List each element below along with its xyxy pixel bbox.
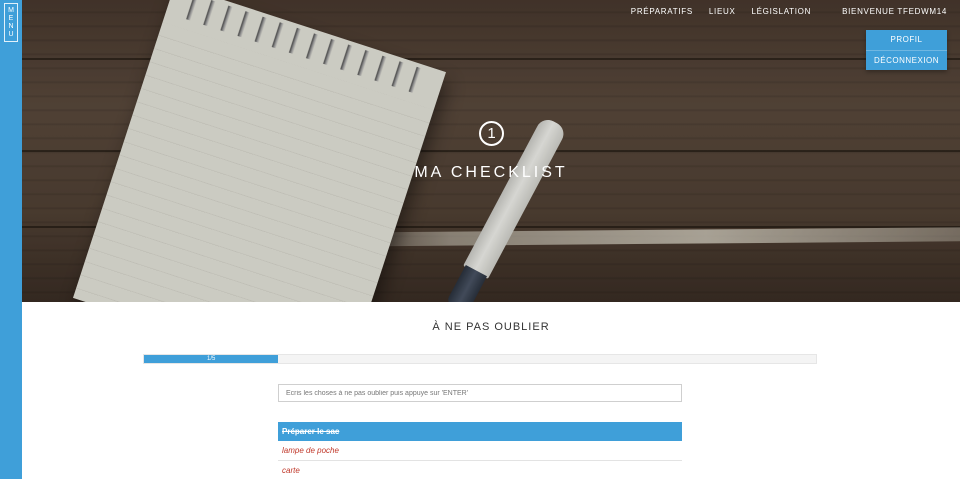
page-title: MA CHECKLIST [414,164,568,181]
checklist-item[interactable]: lampe de poche [278,441,682,461]
step-number-badge: 1 [479,121,504,146]
top-nav: PRÉPARATIFS LIEUX LÉGISLATION BIENVENUE … [615,7,947,16]
progress-bar-fill: 1/5 [144,355,279,363]
hero-overlay [22,0,960,302]
section-title: À NE PAS OUBLIER [432,321,550,333]
side-menu-rail: MENU [0,0,22,479]
checklist-page: MENU 1 MA CHECKLIST PRÉPARATIFS LIEUX LÉ… [0,0,960,479]
user-menu-toggle[interactable]: BIENVENUE TFEDWM14 [842,7,947,16]
nav-link-legislation[interactable]: LÉGISLATION [752,7,812,16]
checklist: Préparer le sac lampe de poche carte [278,422,682,479]
menu-label: MENU [7,6,15,39]
nav-link-preparatifs[interactable]: PRÉPARATIFS [631,7,693,16]
progress-bar: 1/5 [143,354,817,364]
user-dropdown: PROFIL DÉCONNEXION [866,30,947,70]
hero-banner [22,0,960,302]
dropdown-item-profile[interactable]: PROFIL [866,30,947,50]
dropdown-item-logout[interactable]: DÉCONNEXION [866,50,947,70]
menu-button[interactable]: MENU [4,3,18,42]
nav-link-lieux[interactable]: LIEUX [709,7,736,16]
task-input[interactable] [278,384,682,402]
checklist-item[interactable]: carte [278,461,682,479]
step-number: 1 [487,125,496,142]
checklist-item-done[interactable]: Préparer le sac [278,422,682,441]
